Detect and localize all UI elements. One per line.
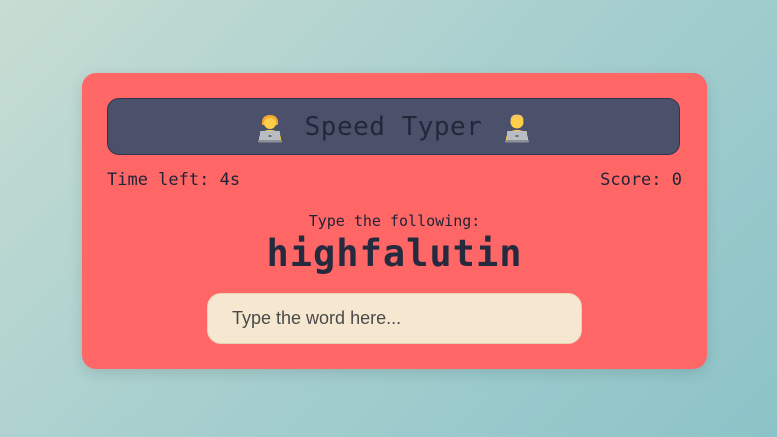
game-card: Speed Typer Time left: 4s Score: 0 Type …: [82, 73, 707, 369]
score-label: Score: 0: [600, 170, 682, 190]
header-banner: Speed Typer: [107, 98, 680, 155]
stats-bar: Time left: 4s Score: 0: [107, 170, 682, 190]
time-left-label: Time left: 4s: [107, 170, 241, 190]
word-input[interactable]: [207, 293, 582, 344]
target-word: highfalutin: [266, 232, 523, 275]
woman-technologist-icon: [257, 114, 282, 142]
app-title: Speed Typer: [304, 111, 483, 142]
man-technologist-icon: [505, 114, 530, 142]
prompt-label: Type the following:: [308, 212, 481, 230]
